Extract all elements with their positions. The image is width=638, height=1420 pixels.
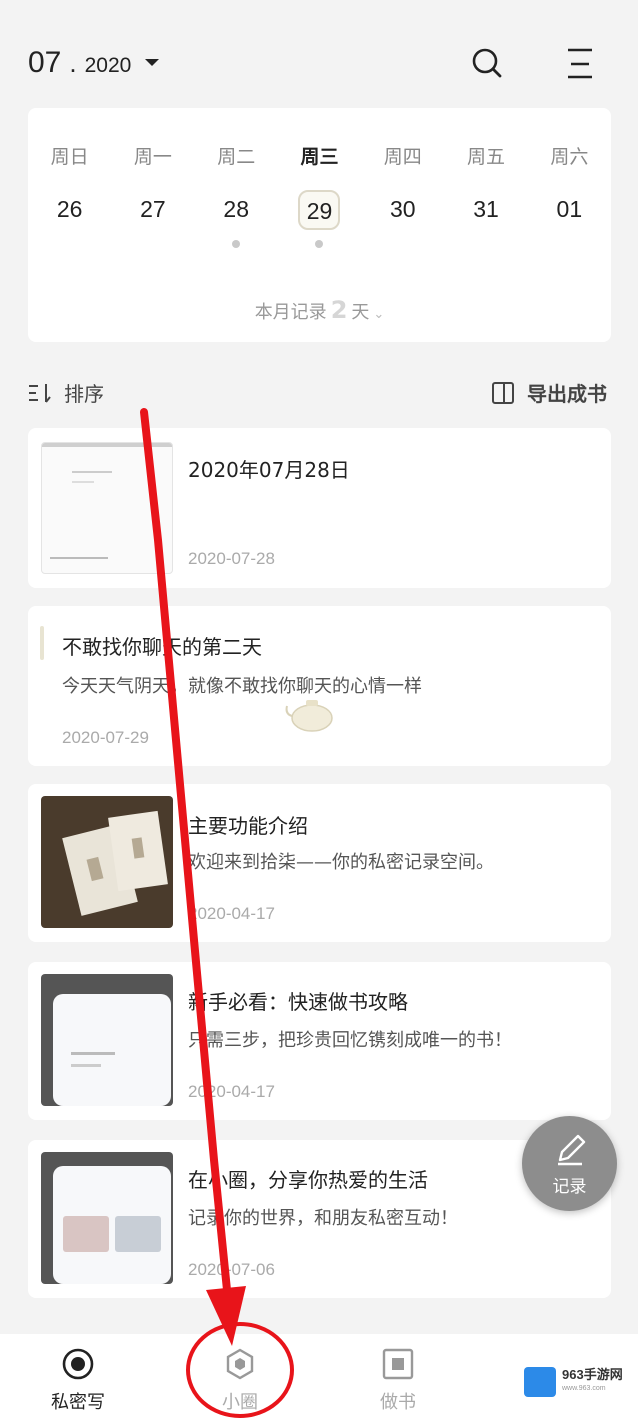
list-toolbar: 排序 导出成书 — [28, 372, 611, 412]
entry-date: 2020-07-29 — [62, 728, 149, 747]
entry-thumbnail — [41, 974, 173, 1106]
entry-thumbnail — [41, 1152, 173, 1284]
nav-label: 做书 — [380, 1392, 416, 1413]
weekday-label: 周日 — [50, 146, 89, 168]
weekday-label: 周四 — [383, 146, 422, 168]
month-selector[interactable]: 07 . 2020 — [28, 46, 160, 80]
nav-label: 小圈 — [222, 1392, 258, 1413]
search-icon — [472, 48, 502, 78]
new-record-button[interactable]: 记录 — [522, 1116, 617, 1211]
date-number: 01 — [556, 196, 583, 222]
date-cell-selected[interactable]: 29 — [278, 190, 361, 250]
weekday-label: 周一 — [133, 146, 172, 168]
weekday-label-active: 周三 — [300, 146, 339, 168]
watermark-brand: 963手游网 — [562, 1367, 623, 1382]
date-number: 28 — [223, 196, 249, 222]
weekday-label: 周二 — [217, 146, 256, 168]
square-book-icon — [382, 1348, 414, 1380]
fab-label: 记录 — [552, 1177, 587, 1197]
nav-label: 私密写 — [51, 1392, 105, 1413]
month-separator: . — [69, 48, 77, 78]
summary-count: 2 — [330, 296, 348, 324]
month-summary-toggle[interactable]: 本月记录 2 天 ⌄ — [28, 296, 611, 324]
entry-excerpt: 只需三步，把珍贵回忆镌刻成唯一的书！ — [188, 1030, 512, 1051]
entry-title: 不敢找你聊天的第二天 — [62, 635, 262, 659]
export-book-button[interactable]: 导出成书 — [491, 378, 607, 407]
date-cell[interactable]: 31 — [444, 190, 527, 250]
entry-card[interactable]: 新手必看：快速做书攻略 只需三步，把珍贵回忆镌刻成唯一的书！ 2020-04-1… — [28, 962, 611, 1120]
entry-date: 2020-04-17 — [188, 904, 275, 923]
entry-thumbnail — [41, 442, 173, 574]
record-circle-icon — [62, 1348, 94, 1380]
sort-button[interactable]: 排序 — [28, 378, 104, 407]
date-number: 29 — [298, 190, 341, 230]
entry-title: 新手必看：快速做书攻略 — [188, 990, 408, 1014]
summary-prefix: 本月记录 — [254, 302, 327, 323]
app-header: 07 . 2020 — [0, 0, 638, 110]
entry-excerpt: 记录你的世界，和朋友私密互动！ — [188, 1208, 458, 1229]
caret-down-icon — [145, 59, 160, 66]
year-value: 2020 — [84, 54, 132, 77]
entry-card[interactable]: 不敢找你聊天的第二天 今天天气阴天，就像不敢找你聊天的心情一样 2020-07-… — [28, 606, 611, 766]
entry-date: 2020-04-17 — [188, 1082, 275, 1101]
month-value: 07 — [28, 46, 62, 79]
weekday-label: 周五 — [467, 146, 506, 168]
watermark-text: 963手游网 www.963.com — [562, 1368, 623, 1396]
entry-title: 主要功能介绍 — [188, 814, 308, 838]
date-cell[interactable]: 30 — [361, 190, 444, 250]
entry-title: 2020年07月28日 — [188, 458, 350, 482]
sort-icon — [29, 383, 51, 403]
weekday-row: 周日 周一 周二 周三 周四 周五 周六 — [28, 142, 611, 169]
date-row: 26 27 28 29 30 31 01 — [28, 190, 611, 250]
date-cell[interactable]: 26 — [28, 190, 111, 250]
entry-dot — [232, 240, 241, 248]
date-cell[interactable]: 01 — [528, 190, 611, 250]
entry-card[interactable]: 主要功能介绍 欢迎来到拾柒——你的私密记录空间。 2020-04-17 — [28, 784, 611, 942]
entry-title: 在小圈，分享你热爱的生活 — [188, 1168, 428, 1192]
date-number: 27 — [140, 196, 166, 222]
search-button[interactable] — [468, 44, 506, 82]
entry-thumbnail — [41, 796, 173, 928]
entry-date: 2020-07-28 — [188, 549, 275, 568]
sort-label: 排序 — [64, 382, 104, 406]
book-icon — [492, 381, 514, 404]
nav-item-circle[interactable]: 小圈 — [180, 1334, 300, 1420]
date-number: 30 — [389, 196, 416, 222]
hexagon-icon — [226, 1348, 254, 1380]
date-number: 26 — [56, 196, 83, 222]
export-label: 导出成书 — [527, 382, 607, 406]
entry-dot — [315, 240, 324, 248]
entry-excerpt: 欢迎来到拾柒——你的私密记录空间。 — [188, 852, 494, 873]
menu-button[interactable] — [560, 44, 598, 84]
menu-icon — [568, 48, 592, 79]
date-number: 31 — [473, 196, 499, 222]
watermark-site: www.963.com — [562, 1385, 606, 1392]
summary-suffix: 天 — [351, 302, 370, 323]
nav-item-private-write[interactable]: 私密写 — [18, 1334, 138, 1420]
week-calendar: 周日 周一 周二 周三 周四 周五 周六 26 27 28 29 30 31 0… — [28, 108, 611, 342]
site-watermark: 963手游网 www.963.com — [524, 1366, 632, 1398]
date-cell[interactable]: 27 — [111, 190, 194, 250]
entry-date: 2020-07-06 — [188, 1260, 275, 1279]
entry-card[interactable]: 2020年07月28日 2020-07-28 — [28, 428, 611, 588]
teapot-sticker-icon — [285, 700, 333, 732]
entry-accent-bar — [40, 626, 44, 660]
pencil-icon — [558, 1134, 586, 1166]
weekday-label: 周六 — [550, 146, 589, 168]
nav-item-make-book[interactable]: 做书 — [338, 1334, 458, 1420]
cube-logo-icon — [524, 1367, 556, 1397]
date-cell[interactable]: 28 — [195, 190, 278, 250]
entry-excerpt: 今天天气阴天，就像不敢找你聊天的心情一样 — [62, 676, 422, 697]
chevron-down-icon: ⌄ — [373, 307, 385, 322]
